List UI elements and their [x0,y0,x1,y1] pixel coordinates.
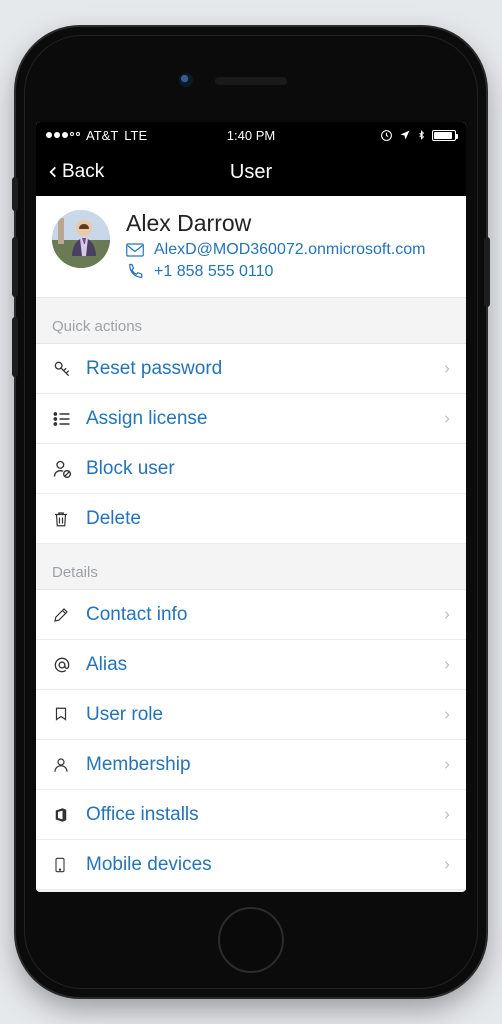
phone-frame: AT&T LTE 1:40 PM [16,27,486,997]
chevron-right-icon [442,607,452,623]
assign-icon [52,409,86,429]
row-label: Alias [86,654,442,676]
row-label: Membership [86,754,442,776]
row-label: Mobile devices [86,854,442,876]
row-assign-license[interactable]: Assign license [36,394,466,444]
bluetooth-icon [417,128,426,142]
row-label: Delete [86,508,442,530]
chevron-right-icon [442,411,452,427]
row-mobile-devices[interactable]: Mobile devices [36,840,466,890]
row-user-role[interactable]: User role [36,690,466,740]
row-label: Block user [86,458,442,480]
battery-icon [432,130,456,141]
trash-icon [52,509,86,529]
network-label: LTE [124,128,147,143]
row-label: Reset password [86,358,442,380]
row-delete[interactable]: Delete [36,494,466,544]
profile-phone-row[interactable]: +1 858 555 0110 [126,261,450,283]
chevron-left-icon [46,161,60,183]
section-header-quick-actions: Quick actions [36,298,466,344]
ribbon-icon [52,705,86,725]
row-office-installs[interactable]: Office installs [36,790,466,840]
profile-phone: +1 858 555 0110 [154,263,273,281]
back-button[interactable]: Back [36,161,114,183]
nav-header: Back User [36,148,466,196]
section-header-details: Details [36,544,466,590]
status-bar: AT&T LTE 1:40 PM [36,122,466,148]
row-contact-info[interactable]: Contact info [36,590,466,640]
clock: 1:40 PM [227,128,275,143]
office-icon [52,805,86,825]
carrier-label: AT&T [86,128,118,143]
chevron-right-icon [442,657,452,673]
chevron-right-icon [442,361,452,377]
phone-icon [126,263,144,281]
key-icon [52,359,86,379]
profile-email: AlexD@MOD360072.onmicrosoft.com [154,241,425,259]
front-camera [179,73,193,87]
mail-icon [126,243,144,257]
chevron-right-icon [442,807,452,823]
speaker-grill [215,77,287,85]
person-icon [52,755,86,775]
chevron-right-icon [442,757,452,773]
rotation-lock-icon [380,129,393,142]
pencil-icon [52,606,86,624]
row-label: Office installs [86,804,442,826]
row-label: User role [86,704,442,726]
location-icon [399,129,411,141]
chevron-right-icon [442,857,452,873]
back-label: Back [62,161,104,183]
row-block-user[interactable]: Block user [36,444,466,494]
profile-name: Alex Darrow [126,210,450,237]
screen: AT&T LTE 1:40 PM [36,122,466,892]
row-alias[interactable]: Alias [36,640,466,690]
row-reset-password[interactable]: Reset password [36,344,466,394]
row-membership[interactable]: Membership [36,740,466,790]
chevron-right-icon [442,707,452,723]
avatar[interactable] [52,210,110,268]
at-icon [52,655,86,675]
mobile-icon [52,854,86,876]
block-user-icon [52,459,86,479]
profile-email-row[interactable]: AlexD@MOD360072.onmicrosoft.com [126,239,450,261]
row-label: Assign license [86,408,442,430]
signal-dots [46,132,80,138]
row-label: Contact info [86,604,442,626]
profile-card: Alex Darrow AlexD@MOD360072.onmicrosoft.… [36,196,466,298]
home-button[interactable] [218,907,284,973]
